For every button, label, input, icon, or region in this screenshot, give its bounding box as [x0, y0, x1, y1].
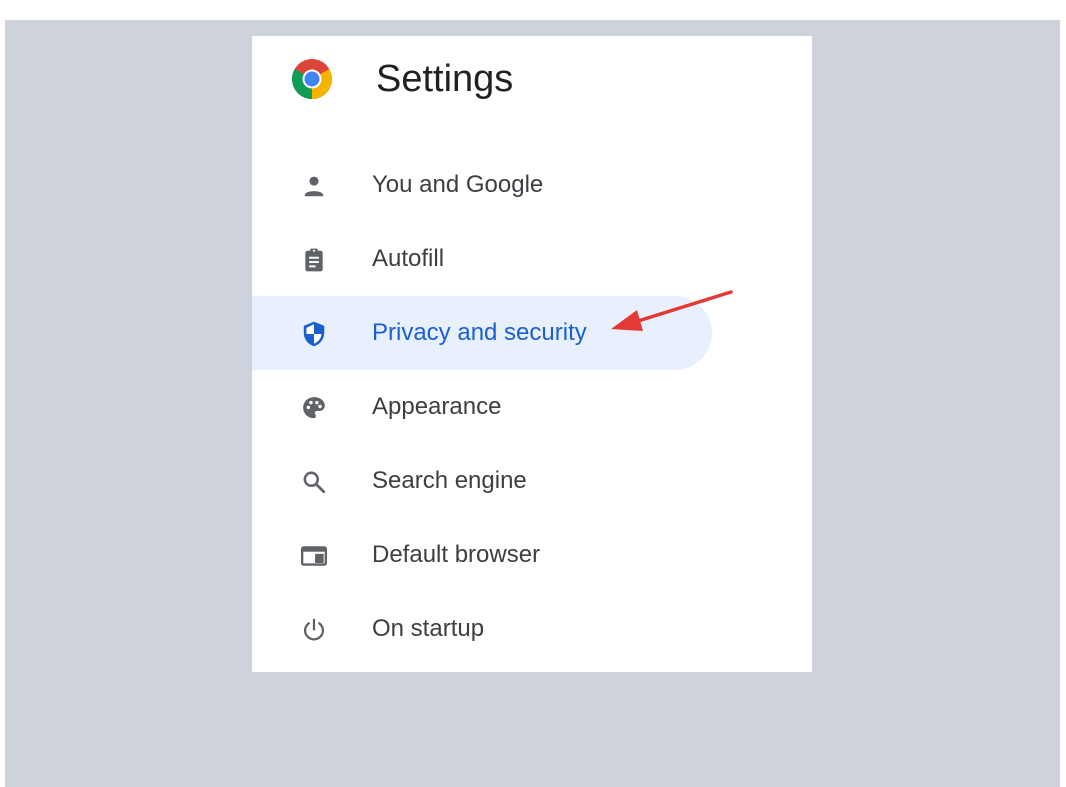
sidebar-item-label: You and Google [372, 171, 544, 198]
browser-window-icon [300, 542, 328, 570]
power-icon [300, 616, 328, 644]
sidebar-item-you-and-google[interactable]: You and Google [252, 148, 712, 222]
person-icon [300, 172, 328, 200]
settings-header: Settings [252, 36, 812, 126]
clipboard-icon [300, 246, 328, 274]
sidebar-item-label: Appearance [372, 393, 502, 420]
sidebar-item-default-browser[interactable]: Default browser [252, 518, 712, 592]
sidebar-item-privacy-and-security[interactable]: Privacy and security [252, 296, 712, 370]
sidebar-item-label: Search engine [372, 467, 527, 494]
sidebar-item-label: On startup [372, 615, 485, 642]
settings-nav: You and Google Autofill Privacy and secu… [252, 148, 812, 666]
sidebar-item-appearance[interactable]: Appearance [252, 370, 712, 444]
settings-panel: Settings You and Google Autofill Privacy… [252, 36, 812, 672]
sidebar-item-label: Autofill [372, 245, 445, 272]
sidebar-item-search-engine[interactable]: Search engine [252, 444, 712, 518]
search-icon [300, 468, 328, 496]
sidebar-item-on-startup[interactable]: On startup [252, 592, 712, 666]
sidebar-item-label: Default browser [372, 541, 541, 568]
palette-icon [300, 394, 328, 422]
sidebar-item-label: Privacy and security [372, 319, 587, 346]
sidebar-item-autofill[interactable]: Autofill [252, 222, 712, 296]
shield-icon [300, 320, 328, 348]
chrome-logo-icon [290, 57, 334, 101]
page-title: Settings [376, 58, 514, 100]
